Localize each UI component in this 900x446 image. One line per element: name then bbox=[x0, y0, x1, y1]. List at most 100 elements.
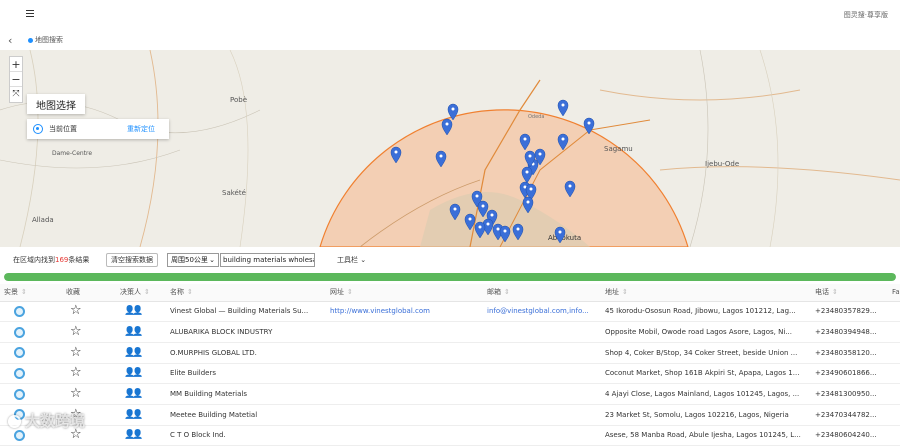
fullscreen-icon[interactable]: ⤧ bbox=[10, 87, 22, 102]
marker-dot bbox=[445, 122, 449, 126]
decision-maker-cell[interactable]: 👤👤 bbox=[116, 383, 166, 405]
extra-cell bbox=[888, 321, 900, 343]
column-header[interactable]: 电话 ⇕ bbox=[811, 284, 888, 302]
name-cell: Vinest Global — Building Materials Su... bbox=[166, 301, 326, 323]
found-prefix: 在区域内找到 bbox=[13, 256, 55, 264]
column-header[interactable]: 实景 ⇕ bbox=[0, 284, 62, 302]
website-cell[interactable] bbox=[326, 321, 483, 343]
street-view-icon[interactable] bbox=[14, 326, 25, 338]
street-view-icon[interactable] bbox=[14, 367, 25, 379]
email-cell[interactable] bbox=[483, 404, 601, 426]
email-cell[interactable] bbox=[483, 321, 601, 343]
people-icon[interactable]: 👤👤 bbox=[124, 306, 144, 316]
name-cell: ALUBARIKA BLOCK INDUSTRY bbox=[166, 321, 326, 343]
table-row[interactable]: ☆ 👤👤 C T O Block Ind. Asese, 58 Manba Road,… bbox=[0, 425, 900, 446]
street-view-icon[interactable] bbox=[14, 388, 25, 400]
star-icon[interactable]: ☆ bbox=[70, 303, 82, 318]
star-icon[interactable]: ☆ bbox=[70, 345, 82, 360]
column-header[interactable]: Fa bbox=[888, 284, 900, 302]
email-cell[interactable] bbox=[483, 383, 601, 405]
extra-cell bbox=[888, 404, 900, 426]
street-view-cell[interactable] bbox=[0, 342, 62, 364]
street-view-cell[interactable] bbox=[0, 301, 62, 323]
marker-dot bbox=[486, 222, 490, 226]
menu-icon[interactable] bbox=[26, 10, 34, 18]
column-header[interactable]: 名称 ⇕ bbox=[166, 284, 326, 302]
street-view-cell[interactable] bbox=[0, 321, 62, 343]
street-view-cell[interactable] bbox=[0, 363, 62, 385]
column-header[interactable]: 地址 ⇕ bbox=[601, 284, 811, 302]
address-cell: Opposite Mobil, Owode road Lagos Asore, … bbox=[601, 321, 811, 343]
back-icon[interactable]: ‹ bbox=[8, 34, 12, 47]
people-icon[interactable]: 👤👤 bbox=[124, 389, 144, 399]
marker-dot bbox=[528, 154, 532, 158]
email-cell[interactable] bbox=[483, 425, 601, 446]
location-icon bbox=[33, 124, 43, 134]
people-icon[interactable]: 👤👤 bbox=[124, 430, 144, 440]
street-view-icon[interactable] bbox=[14, 429, 25, 441]
table-row[interactable]: ☆ 👤👤 Meetee Building Matetial 23 Market St,… bbox=[0, 404, 900, 426]
extra-cell bbox=[888, 383, 900, 405]
people-icon[interactable]: 👤👤 bbox=[124, 368, 144, 378]
email-cell[interactable] bbox=[483, 363, 601, 385]
people-icon[interactable]: 👤👤 bbox=[124, 410, 144, 420]
decision-maker-cell[interactable]: 👤👤 bbox=[116, 363, 166, 385]
watermark-logo-icon bbox=[8, 415, 21, 428]
table-row[interactable]: ☆ 👤👤 Elite Builders Coconut Market, Shop 16… bbox=[0, 363, 900, 385]
marker-dot bbox=[561, 103, 565, 107]
map-canvas: Pobè Sakété Allada Dame-Centre Sagamu Ij… bbox=[0, 50, 900, 247]
map-view[interactable]: Pobè Sakété Allada Dame-Centre Sagamu Ij… bbox=[0, 50, 900, 247]
toolbar-dropdown[interactable]: 工具栏 ⌄ bbox=[337, 255, 366, 265]
tab-map-search[interactable]: 地图搜索 bbox=[28, 35, 63, 45]
zoom-in-button[interactable]: + bbox=[10, 57, 22, 72]
user-label[interactable]: 图灵搜·尊享版 bbox=[844, 10, 888, 20]
decision-maker-cell[interactable]: 👤👤 bbox=[116, 301, 166, 323]
star-icon[interactable]: ☆ bbox=[70, 386, 82, 401]
name-cell: O.MURPHIS GLOBAL LTD. bbox=[166, 342, 326, 364]
zoom-out-button[interactable]: − bbox=[10, 72, 22, 87]
favorite-cell[interactable]: ☆ bbox=[62, 383, 116, 405]
website-cell[interactable] bbox=[326, 363, 483, 385]
radius-select[interactable]: 周围50公里 ⌄ bbox=[167, 253, 219, 267]
marker-dot bbox=[516, 227, 520, 231]
email-cell[interactable] bbox=[483, 342, 601, 364]
website-cell[interactable] bbox=[326, 383, 483, 405]
phone-cell: +23480357829... bbox=[811, 301, 888, 323]
street-view-cell[interactable] bbox=[0, 383, 62, 405]
website-cell[interactable] bbox=[326, 342, 483, 364]
table-row[interactable]: ☆ 👤👤 O.MURPHIS GLOBAL LTD. Shop 4, Coker B/… bbox=[0, 342, 900, 364]
favorite-cell[interactable]: ☆ bbox=[62, 321, 116, 343]
decision-maker-cell[interactable]: 👤👤 bbox=[116, 321, 166, 343]
decision-maker-cell[interactable]: 👤👤 bbox=[116, 425, 166, 446]
table-row[interactable]: ☆ 👤👤 Vinest Global — Building Materials Su… bbox=[0, 301, 900, 323]
website-cell[interactable] bbox=[326, 404, 483, 426]
tab-label: 地图搜索 bbox=[35, 36, 63, 44]
keyword-input[interactable]: building materials wholesale bbox=[220, 253, 315, 267]
table-row[interactable]: ☆ 👤👤 MM Building Materials 4 Ajayi Close, L… bbox=[0, 383, 900, 405]
clear-search-button[interactable]: 清空搜索数据 bbox=[106, 253, 158, 267]
email-cell[interactable]: info@vinestglobal.com,info... bbox=[483, 301, 601, 323]
street-view-icon[interactable] bbox=[14, 347, 25, 359]
column-header[interactable]: 决策人 ⇕ bbox=[116, 284, 166, 302]
street-view-icon[interactable] bbox=[14, 305, 25, 317]
website-cell[interactable]: http://www.vinestglobal.com bbox=[326, 301, 483, 323]
people-icon[interactable]: 👤👤 bbox=[124, 327, 144, 337]
column-header[interactable]: 收藏 bbox=[62, 284, 116, 302]
favorite-cell[interactable]: ☆ bbox=[62, 363, 116, 385]
toolbar-label: 工具栏 bbox=[337, 256, 358, 264]
marker-dot bbox=[490, 213, 494, 217]
website-cell[interactable] bbox=[326, 425, 483, 446]
marker-dot bbox=[481, 204, 485, 208]
relocate-link[interactable]: 重新定位 bbox=[127, 124, 155, 134]
favorite-cell[interactable]: ☆ bbox=[62, 301, 116, 323]
marker-dot bbox=[475, 194, 479, 198]
column-header[interactable]: 网址 ⇕ bbox=[326, 284, 483, 302]
star-icon[interactable]: ☆ bbox=[70, 365, 82, 380]
people-icon[interactable]: 👤👤 bbox=[124, 348, 144, 358]
column-header[interactable]: 邮箱 ⇕ bbox=[483, 284, 601, 302]
decision-maker-cell[interactable]: 👤👤 bbox=[116, 342, 166, 364]
favorite-cell[interactable]: ☆ bbox=[62, 342, 116, 364]
table-row[interactable]: ☆ 👤👤 ALUBARIKA BLOCK INDUSTRY Opposite Mobi… bbox=[0, 321, 900, 343]
star-icon[interactable]: ☆ bbox=[70, 324, 82, 339]
decision-maker-cell[interactable]: 👤👤 bbox=[116, 404, 166, 426]
